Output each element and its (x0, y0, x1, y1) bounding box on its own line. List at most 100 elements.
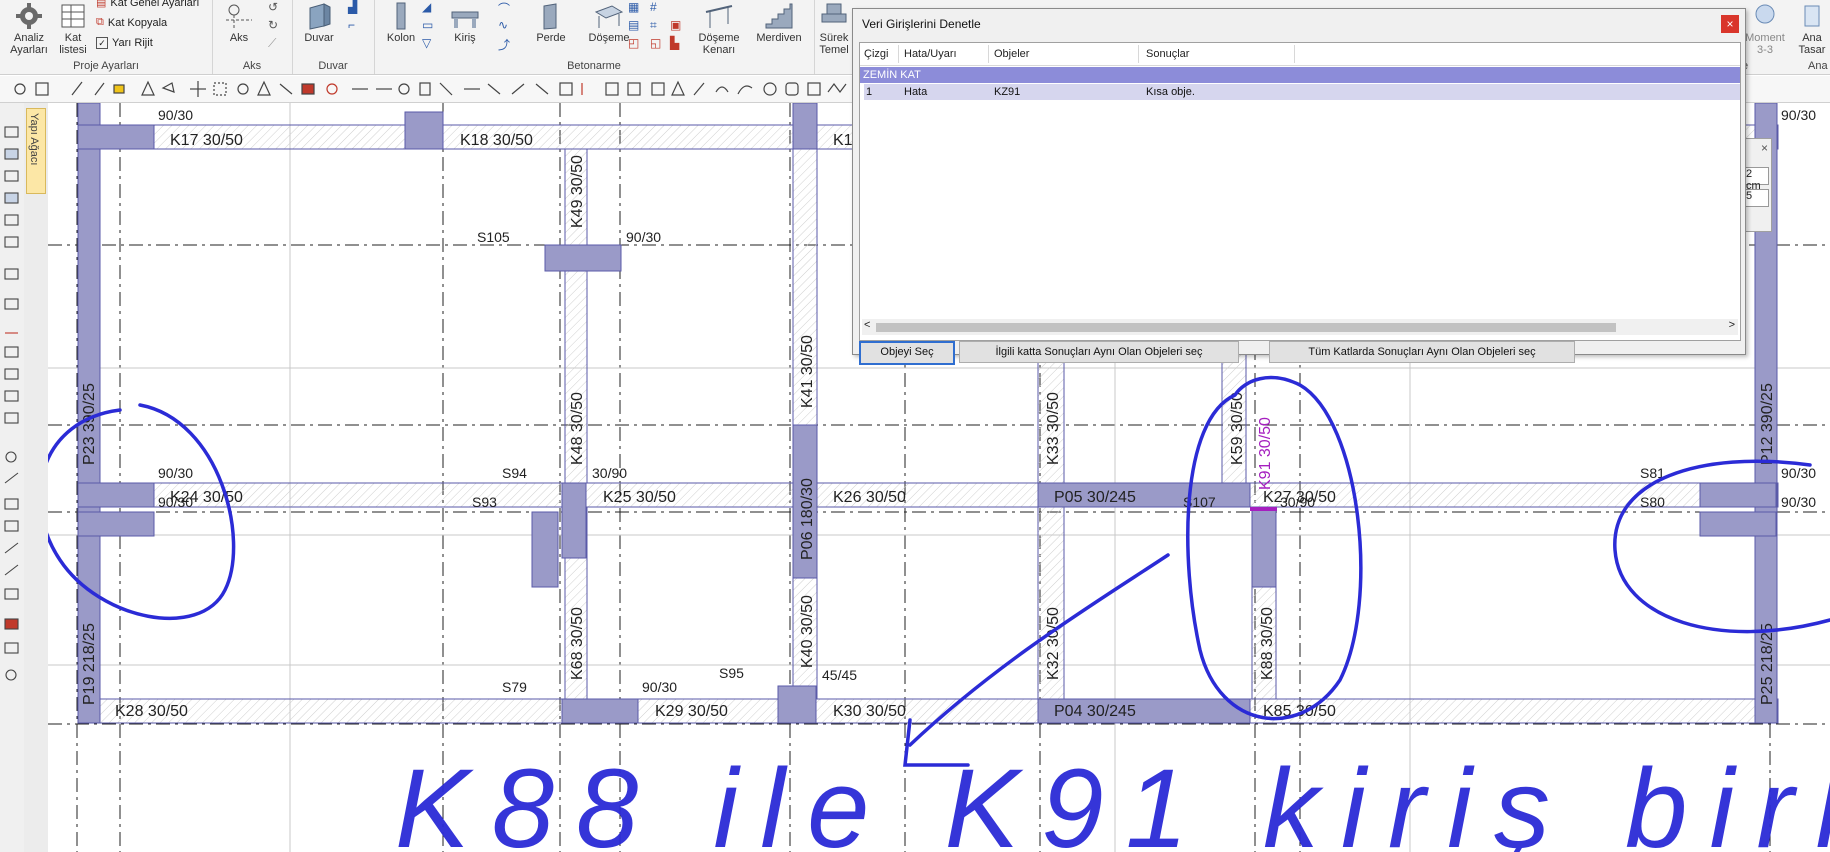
ana-tasarim-button[interactable]: Ana Tasar (1792, 0, 1830, 56)
zoom-icon[interactable] (14, 83, 26, 95)
line-icon[interactable] (487, 83, 501, 95)
model-icon[interactable] (4, 214, 19, 226)
doseme-tool-icon-8[interactable]: ▙ (670, 36, 679, 50)
pencil-icon[interactable] (71, 81, 83, 96)
list-icon[interactable] (4, 346, 19, 358)
same-floor-select-button[interactable]: İlgili katta Sonuçları Aynı Olan Objeler… (959, 341, 1239, 363)
kat-genel-ayarlari[interactable]: ▤ Kat Genel Ayarları (96, 0, 199, 9)
array-icon[interactable] (326, 83, 338, 95)
chamfer-icon[interactable] (535, 83, 549, 95)
rectangle-icon[interactable] (785, 82, 799, 96)
check-data-icon[interactable] (4, 642, 19, 654)
settings-dots-icon[interactable] (5, 451, 17, 463)
doseme-tool-icon-2[interactable]: ▤ (628, 18, 639, 32)
scrollbar-thumb[interactable] (876, 323, 1616, 332)
zoom-window-icon[interactable] (35, 82, 49, 96)
horizontal-scrollbar[interactable]: < > (862, 319, 1738, 335)
picture-icon[interactable] (651, 82, 665, 96)
all-floors-select-button[interactable]: Tüm Katlarda Sonuçları Aynı Olan Objeler… (1269, 341, 1575, 363)
aks-button[interactable]: Aks (212, 0, 266, 56)
report-icon[interactable] (4, 298, 19, 310)
text-a-icon[interactable] (141, 80, 155, 96)
mini-close-button[interactable]: × (1761, 141, 1768, 155)
column-tool-icon[interactable] (4, 588, 19, 600)
kolon-tool-icon-1[interactable]: ◢ (422, 0, 431, 14)
offset-icon[interactable] (301, 83, 315, 95)
grid-icon[interactable] (605, 82, 619, 96)
break-icon[interactable] (419, 82, 431, 96)
kiris-tool-icon-2[interactable]: ∿ (498, 18, 508, 32)
merdiven-button[interactable]: Merdiven (752, 0, 806, 56)
snap-icon[interactable] (627, 82, 641, 96)
kat-kopyala[interactable]: ⧉ Kat Kopyala (96, 16, 167, 29)
3d-icon[interactable] (4, 268, 19, 280)
kiris-tool-icon-3[interactable]: ⤴ (498, 36, 510, 53)
duvar-tool-icon-1[interactable]: ▟ (348, 0, 357, 14)
angle-icon[interactable] (4, 542, 19, 554)
tree-icon[interactable] (4, 368, 19, 380)
table-row[interactable]: 1 Hata KZ91 Kısa obje. (864, 84, 1740, 100)
block-icon[interactable] (807, 82, 821, 96)
aks-tool-icon-2[interactable]: ↻ (268, 18, 278, 32)
scale-icon[interactable] (279, 83, 293, 95)
scroll-left-icon[interactable]: < (864, 319, 870, 331)
mini-field-1[interactable]: 2 cm (1745, 167, 1769, 192)
dimension-icon[interactable] (671, 80, 685, 96)
dimension-line-icon[interactable] (4, 564, 19, 576)
kolon-tool-icon-3[interactable]: ▽ (422, 36, 431, 50)
group-row-zemin-kat[interactable]: ZEMİN KAT (860, 67, 1740, 83)
binoculars-icon[interactable] (5, 669, 17, 681)
copy-move-icon[interactable] (213, 82, 227, 96)
hatch-icon[interactable] (559, 82, 573, 96)
rotate-icon[interactable] (237, 83, 249, 95)
properties-icon[interactable] (4, 412, 19, 424)
duvar-tool-icon-2[interactable]: ⌐ (348, 18, 355, 32)
kiris-button[interactable]: Kiriş (438, 0, 492, 56)
mirror-icon[interactable] (257, 80, 271, 96)
section-icon[interactable] (4, 170, 19, 182)
kolon-tool-icon-2[interactable]: ▭ (422, 18, 433, 32)
doseme-kenari-button[interactable]: Döşeme Kenarı (692, 0, 746, 56)
kolon-button[interactable]: Kolon (374, 0, 428, 56)
duvar-button[interactable]: Duvar (292, 0, 346, 56)
measure-area-icon[interactable] (4, 520, 19, 532)
perde-button[interactable]: Perde (524, 0, 578, 56)
text-icon[interactable] (693, 82, 705, 96)
spline-icon[interactable] (737, 85, 753, 95)
objeyi-sec-button[interactable]: Objeyi Seç (859, 341, 955, 365)
col-cizgi[interactable]: Çizgi (864, 48, 888, 60)
fillet-icon[interactable] (398, 83, 410, 95)
kiris-tool-icon-1[interactable]: ⌒ (498, 0, 510, 17)
view-icon[interactable] (4, 192, 19, 204)
highlight-icon[interactable] (113, 84, 125, 94)
col-hata-uyari[interactable]: Hata/Uyarı (904, 48, 957, 60)
check-icon[interactable] (4, 618, 19, 630)
doseme-tool-icon-6[interactable]: ◱ (650, 36, 661, 50)
circle-icon[interactable] (763, 82, 777, 96)
layer-icon[interactable] (4, 126, 19, 138)
select-icon[interactable] (161, 82, 175, 93)
filter-icon[interactable] (4, 390, 19, 402)
doseme-tool-icon-7[interactable]: ▣ (670, 18, 681, 32)
select-area-icon[interactable] (4, 498, 19, 510)
moment-button[interactable]: Moment 3-3 (1740, 0, 1790, 56)
story-icon[interactable] (4, 148, 19, 160)
yapi-agaci-tab[interactable]: Yapı Ağacı (26, 108, 46, 194)
col-objeler[interactable]: Objeler (994, 48, 1029, 60)
kat-listesi-button[interactable]: Kat listesi (46, 0, 100, 56)
col-sonuclar[interactable]: Sonuçlar (1146, 48, 1189, 60)
aks-tool-icon-1[interactable]: ↺ (268, 0, 278, 14)
yari-rijit-checkbox[interactable]: ✓ Yarı Rijit (96, 37, 153, 49)
dialog-close-button[interactable]: × (1721, 15, 1739, 33)
arc-icon[interactable] (715, 86, 729, 93)
plan-icon[interactable] (4, 236, 19, 248)
doseme-tool-icon-5[interactable]: ⌗ (650, 18, 657, 33)
eyedropper-icon[interactable] (94, 82, 105, 96)
mini-field-2[interactable]: 5 (1745, 189, 1769, 207)
doseme-tool-icon-1[interactable]: ▦ (628, 0, 639, 14)
zigzag-icon[interactable] (827, 83, 847, 93)
explode-icon[interactable] (439, 82, 453, 96)
draw-line-icon[interactable] (4, 472, 19, 484)
doseme-tool-icon-4[interactable]: # (650, 0, 657, 14)
doseme-tool-icon-3[interactable]: ◰ (628, 36, 639, 50)
